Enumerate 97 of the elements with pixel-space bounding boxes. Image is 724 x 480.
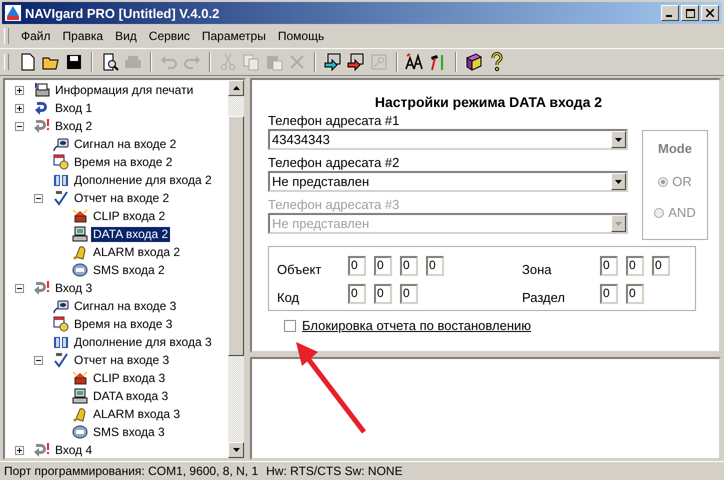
tree-item[interactable]: SMS входа 2 [91,262,167,278]
collapse-icon[interactable] [34,194,43,202]
printer-icon [34,82,50,98]
receive-icon[interactable] [346,52,366,72]
collapse-icon[interactable] [15,122,24,130]
save-icon[interactable] [64,52,84,72]
minimize-button[interactable] [661,5,679,21]
field-label: Телефон адресата #3 [268,196,400,213]
digit-field[interactable]: 0 [348,256,366,276]
scroll-up-icon[interactable] [232,86,240,90]
checkmark-icon [53,190,69,206]
tree-item[interactable]: Отчет на входе 3 [72,352,172,368]
tree-item[interactable]: Дополнение для входа 3 [72,334,214,350]
tree-item[interactable]: Вход 1 [53,100,94,116]
menu-item[interactable]: Параметры [196,29,272,43]
digit-field[interactable]: 0 [374,256,392,276]
digit-field[interactable]: 0 [652,256,670,276]
tree-item[interactable]: ALARM входа 3 [91,406,182,422]
font-icon[interactable] [405,52,425,72]
digit-field[interactable]: 0 [626,284,644,304]
tree-item[interactable]: CLIP входа 3 [91,370,168,386]
collapse-icon[interactable] [15,284,24,292]
mode-title: Mode [658,141,692,156]
maximize-button[interactable] [681,5,699,21]
tree-item[interactable]: DATA входа 2 [91,226,170,242]
phone-icon [72,370,88,386]
digit-field[interactable]: 0 [426,256,444,276]
digit-field[interactable]: 0 [600,256,618,276]
arrow-icon [34,280,50,296]
collapse-icon[interactable] [34,356,43,364]
tree-item[interactable]: ALARM входа 2 [91,244,182,260]
tree-item[interactable]: Вход 3 [53,280,94,296]
dropdown-arrow-icon [615,138,622,142]
phone-dropdown[interactable]: 43434343 [268,129,628,150]
close-icon [706,9,714,17]
calendar-clock-icon [53,316,69,332]
signal-icon [53,298,69,314]
checkbox[interactable] [284,320,296,332]
phone-icon [72,208,88,224]
sms-icon [72,424,88,440]
dropdown-arrow-icon [615,180,622,184]
scrollbar[interactable] [228,80,244,458]
tree-item[interactable]: CLIP входа 2 [91,208,168,224]
tree-item[interactable]: DATA входа 3 [91,388,170,404]
tree-item[interactable]: Отчет на входе 2 [72,190,172,206]
status-text: Порт программирования: COM1, 9600, 8, N, 1 [4,464,258,478]
tree-item[interactable]: Время на входе 3 [72,316,174,332]
digit-field[interactable]: 0 [626,256,644,276]
digit-field[interactable]: 0 [600,284,618,304]
digit-field[interactable]: 0 [400,256,418,276]
tree-item[interactable]: Дополнение для входа 2 [72,172,214,188]
arrow-icon [34,100,50,116]
tree-item[interactable]: Вход 4 [53,442,94,458]
checkmark-icon [53,352,69,368]
field-label: Зона [522,260,552,276]
phone-dropdown[interactable]: Не представлен [268,171,628,192]
app-logo-icon [5,5,21,21]
tree-item[interactable]: Вход 2 [53,118,94,134]
maximize-icon [686,8,694,18]
expand-icon[interactable] [15,104,24,112]
bell-icon [72,244,88,260]
scroll-down-icon[interactable] [232,448,240,452]
computer-icon [72,226,88,242]
send-icon[interactable] [323,52,343,72]
field-label: Код [277,288,300,304]
computer-icon [72,388,88,404]
menu-item[interactable]: Вид [109,29,143,43]
menu-item[interactable]: Файл [15,29,57,43]
tree-item[interactable]: Время на входе 2 [72,154,174,170]
field-label: Телефон адресата #1 [268,112,400,129]
field-label: Раздел [522,288,566,304]
status-text: Hw: RTS/CTS Sw: NONE [266,464,403,478]
arrow-icon [34,118,50,134]
digit-field[interactable]: 0 [374,284,392,304]
tree-item[interactable]: SMS входа 3 [91,424,167,440]
digit-field[interactable]: 0 [348,284,366,304]
expand-icon[interactable] [15,86,24,94]
field-label: Телефон адресата #2 [268,154,400,171]
digit-field[interactable]: 0 [400,284,418,304]
bell-icon [72,406,88,422]
sms-icon [72,262,88,278]
close-button[interactable] [701,5,719,21]
field-label: Объект [277,260,322,276]
dropdown-arrow-icon [615,222,622,226]
arrow-icon [34,442,50,458]
tree-item[interactable]: Информация для печати [53,82,196,98]
signal-icon [53,136,69,152]
menu-item[interactable]: Помощь [272,29,330,43]
calendar-clock-icon [53,154,69,170]
settings-title: Настройки режима DATA входа 2 [374,94,604,110]
expand-icon[interactable] [15,446,24,454]
checkbox-label[interactable]: Блокировка отчета по востановлению [302,318,532,333]
tree-item[interactable]: Сигнал на входе 2 [72,136,178,152]
window-title: NAVIgard PRO [Untitled] V.4.0.2 [25,6,220,20]
tree-item[interactable]: Сигнал на входе 3 [72,298,178,314]
menu-item[interactable]: Правка [56,29,110,43]
menu-item[interactable]: Сервис [142,29,196,43]
